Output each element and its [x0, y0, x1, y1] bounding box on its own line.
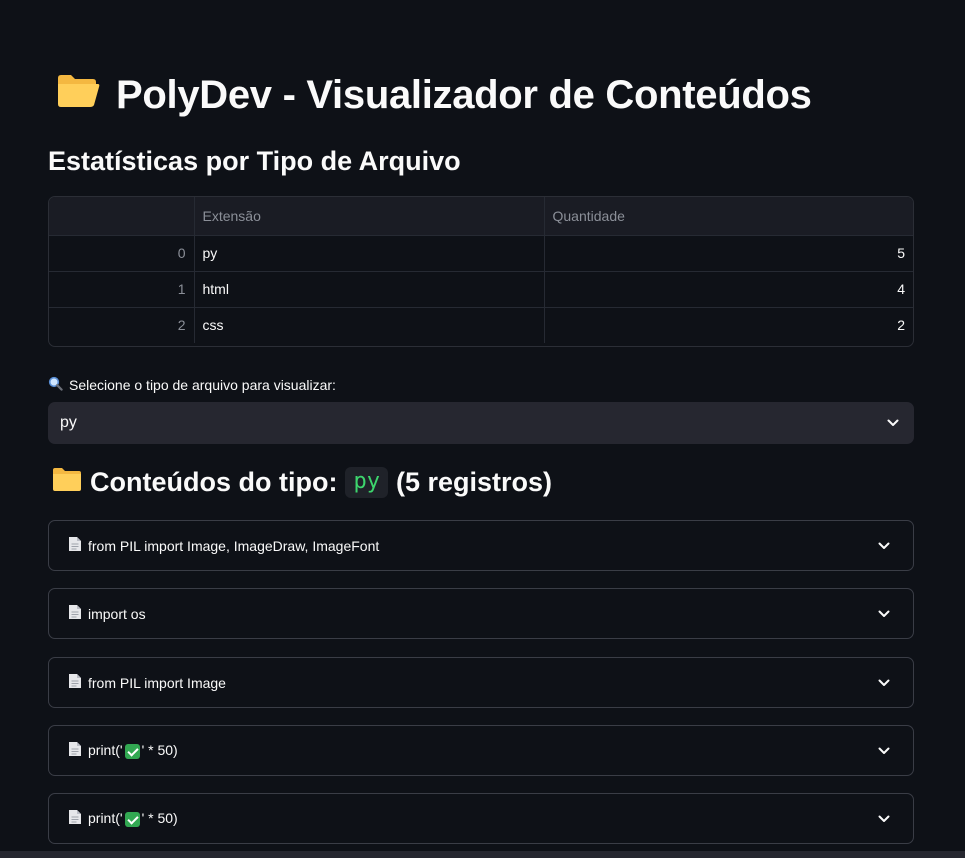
select-label-text: Selecione o tipo de arquivo para visuali… [69, 377, 336, 393]
app-page: PolyDev - Visualizador de Conteúdos Esta… [0, 0, 965, 858]
cell-quantity[interactable]: 5 [544, 235, 913, 272]
contents-extension-code: py [345, 467, 388, 498]
cell-extension[interactable]: py [194, 235, 545, 272]
expander-header: print(' ' * 50) [68, 809, 178, 828]
file-type-select[interactable]: py [48, 402, 914, 444]
expander-label-after: ' * 50) [141, 810, 178, 827]
document-icon [68, 809, 82, 828]
expander-header: print(' ' * 50) [68, 741, 178, 760]
chevron-down-icon[interactable] [875, 605, 893, 623]
expander-label-after: ' * 50) [141, 742, 178, 759]
chevron-down-icon[interactable] [875, 810, 893, 828]
document-icon [68, 741, 82, 760]
column-header-extension[interactable]: Extensão [194, 197, 545, 236]
column-header-quantity[interactable]: Quantidade [544, 197, 913, 236]
expander-label: print(' ' * 50) [88, 742, 178, 759]
horizontal-scrollbar[interactable] [0, 851, 965, 858]
content-expander[interactable]: print(' ' * 50) [48, 793, 914, 844]
chevron-down-icon[interactable] [875, 674, 893, 692]
expander-label: print(' ' * 50) [88, 810, 178, 827]
document-icon [68, 673, 82, 692]
chevron-down-icon[interactable] [884, 414, 902, 432]
content-expander[interactable]: from PIL import Image, ImageDraw, ImageF… [48, 520, 914, 571]
table-row: 2 css 2 [49, 307, 913, 343]
row-index: 2 [49, 307, 195, 343]
open-folder-icon [56, 72, 100, 118]
table-header-row: Extensão Quantidade [49, 197, 913, 236]
expander-header: import os [68, 604, 146, 623]
file-type-select-value: py [60, 414, 77, 431]
expander-label: from PIL import Image, ImageDraw, ImageF… [88, 537, 380, 554]
magnifier-icon [48, 376, 63, 394]
table-row: 1 html 4 [49, 271, 913, 308]
page-title-text: PolyDev - Visualizador de Conteúdos [116, 72, 812, 117]
expander-label: import os [88, 605, 146, 622]
contents-count: (5 registros) [395, 467, 552, 497]
expander-label: from PIL import Image [88, 674, 226, 691]
content-expander[interactable]: from PIL import Image [48, 657, 914, 708]
check-mark-icon [124, 811, 140, 827]
content-expander[interactable]: import os [48, 588, 914, 639]
column-header-index[interactable] [49, 197, 195, 236]
stats-heading: Estatísticas por Tipo de Arquivo [48, 146, 461, 176]
expander-header: from PIL import Image, ImageDraw, ImageF… [68, 536, 379, 555]
table-row: 0 py 5 [49, 235, 913, 272]
stats-table[interactable]: Extensão Quantidade 0 py 5 1 html 4 2 cs… [48, 196, 914, 347]
check-mark-icon [124, 743, 140, 759]
expander-header: from PIL import Image [68, 673, 226, 692]
page-title: PolyDev - Visualizador de Conteúdos [56, 72, 812, 118]
document-icon [68, 604, 82, 623]
chevron-down-icon[interactable] [875, 537, 893, 555]
expander-label-before: print(' [88, 810, 123, 827]
row-index: 1 [49, 271, 195, 308]
row-index: 0 [49, 235, 195, 272]
select-label: Selecione o tipo de arquivo para visuali… [48, 376, 336, 394]
content-expander[interactable]: print(' ' * 50) [48, 725, 914, 776]
document-icon [68, 536, 82, 555]
contents-heading-prefix: Conteúdos do tipo: [90, 467, 338, 497]
cell-quantity[interactable]: 2 [544, 307, 913, 343]
folder-icon [52, 466, 82, 499]
cell-quantity[interactable]: 4 [544, 271, 913, 308]
chevron-down-icon[interactable] [875, 742, 893, 760]
cell-extension[interactable]: html [194, 271, 545, 308]
contents-heading: Conteúdos do tipo: py (5 registros) [52, 466, 552, 499]
expander-label-before: print(' [88, 742, 123, 759]
cell-extension[interactable]: css [194, 307, 545, 343]
